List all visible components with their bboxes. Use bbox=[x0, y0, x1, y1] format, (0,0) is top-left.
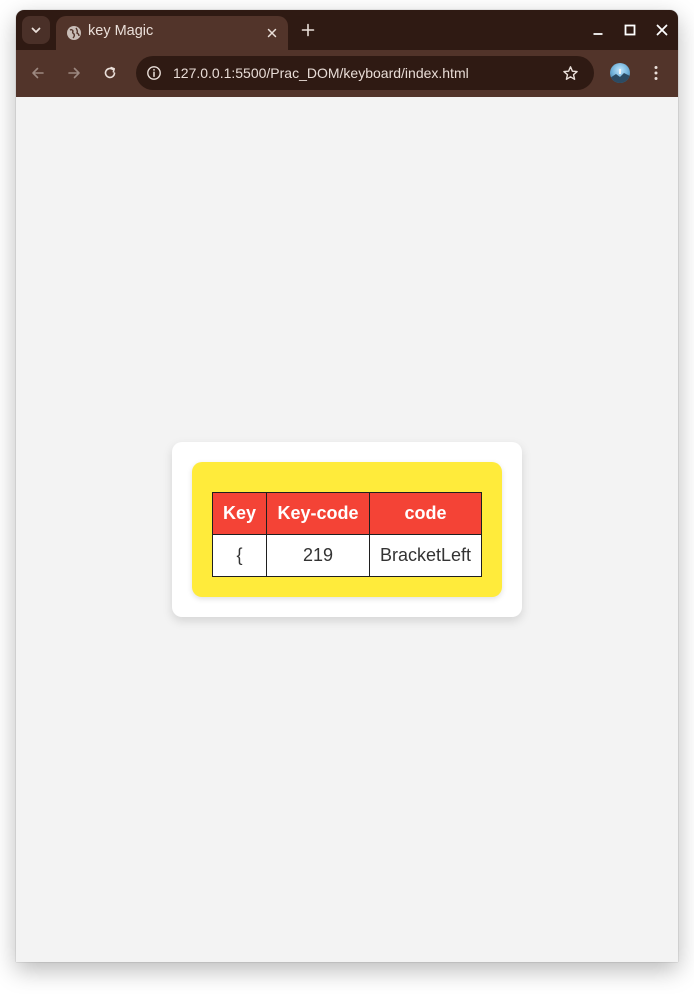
key-panel: Key Key-code code { 219 BracketLeft bbox=[192, 462, 502, 597]
browser-toolbar: 127.0.0.1:5500/Prac_DOM/keyboard/index.h… bbox=[16, 50, 678, 97]
arrow-right-icon bbox=[68, 67, 80, 79]
tab-title: key Magic bbox=[88, 23, 154, 39]
header-code: code bbox=[369, 492, 482, 535]
globe-icon bbox=[67, 26, 81, 40]
maximize-button[interactable] bbox=[621, 21, 639, 39]
minimize-button[interactable] bbox=[589, 21, 607, 39]
reload-button[interactable] bbox=[100, 63, 120, 83]
url-text[interactable]: 127.0.0.1:5500/Prac_DOM/keyboard/index.h… bbox=[173, 65, 469, 81]
star-icon bbox=[562, 65, 578, 80]
tab-active[interactable]: key Magic bbox=[56, 16, 288, 50]
cell-key-code: 219 bbox=[266, 534, 370, 577]
minimize-icon bbox=[593, 33, 603, 35]
close-window-button[interactable] bbox=[653, 21, 671, 39]
browser-menu-button[interactable] bbox=[646, 63, 666, 83]
browser-window: key Magic 127.0.0.1:5500/Prac_DOM/keyboa… bbox=[16, 10, 678, 962]
chevron-down-icon bbox=[31, 27, 41, 33]
key-info-table: Key Key-code code { 219 BracketLeft bbox=[212, 492, 482, 577]
table-row: { 219 BracketLeft bbox=[212, 534, 482, 577]
tab-close-button[interactable] bbox=[264, 25, 280, 41]
header-key-code: Key-code bbox=[266, 492, 370, 535]
maximize-icon bbox=[624, 24, 636, 36]
forward-button[interactable] bbox=[64, 63, 84, 83]
close-icon bbox=[656, 24, 668, 36]
key-card: Key Key-code code { 219 BracketLeft bbox=[172, 442, 522, 617]
address-bar[interactable]: 127.0.0.1:5500/Prac_DOM/keyboard/index.h… bbox=[136, 56, 594, 90]
avatar-image bbox=[610, 69, 630, 83]
bookmark-button[interactable] bbox=[560, 63, 580, 83]
plus-icon bbox=[301, 23, 315, 37]
info-icon bbox=[147, 66, 161, 80]
site-info-button[interactable] bbox=[144, 63, 164, 83]
back-button[interactable] bbox=[28, 63, 48, 83]
page-viewport: Key Key-code code { 219 BracketLeft bbox=[16, 97, 678, 962]
avatar[interactable] bbox=[610, 63, 630, 83]
cell-code: BracketLeft bbox=[369, 534, 482, 577]
arrow-left-icon bbox=[32, 67, 44, 79]
close-icon bbox=[267, 28, 277, 38]
kebab-menu-icon bbox=[654, 66, 658, 80]
header-key: Key bbox=[212, 492, 267, 535]
reload-icon bbox=[104, 66, 116, 79]
new-tab-button[interactable] bbox=[298, 20, 318, 40]
tab-strip: key Magic bbox=[16, 10, 678, 50]
tab-search-button[interactable] bbox=[22, 16, 50, 44]
cell-key: { bbox=[212, 534, 267, 577]
table-header-row: Key Key-code code bbox=[212, 492, 482, 535]
